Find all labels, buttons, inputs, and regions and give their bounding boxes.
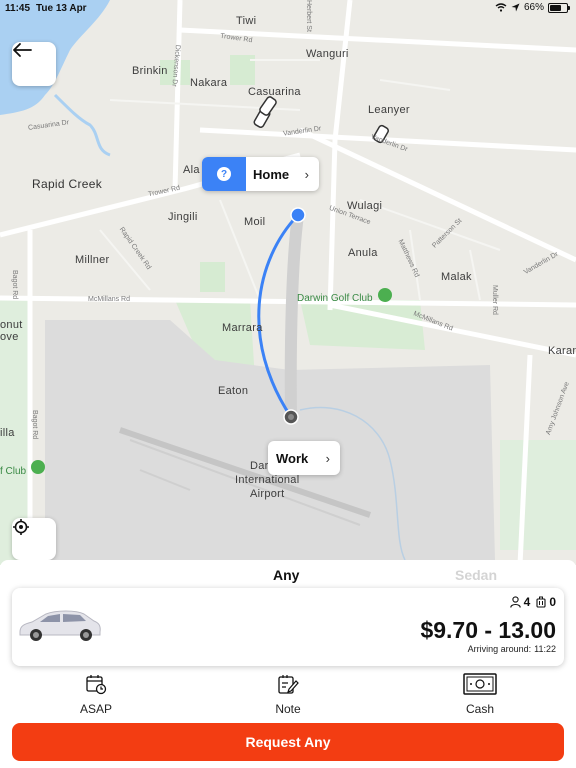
status-time: 11:45 xyxy=(5,3,31,14)
question-icon: ? xyxy=(217,167,231,181)
status-indicators: 66% xyxy=(495,2,570,13)
locate-me-button[interactable] xyxy=(12,518,56,560)
luggage-icon xyxy=(536,596,546,608)
calendar-clock-icon xyxy=(86,675,107,695)
place-airport-3: Airport xyxy=(250,488,285,500)
luggage-count: 0 xyxy=(549,595,556,609)
status-bar: 11:45 Tue 13 Apr 66% xyxy=(0,0,576,18)
car-icon xyxy=(19,610,101,641)
tab-any[interactable]: Any xyxy=(273,567,299,583)
vehicle-card[interactable]: 4 0 $9.70 - 13.00 Arriving around: 11:22 xyxy=(12,588,564,666)
note-option[interactable]: Note xyxy=(248,672,328,716)
place-malak: Malak xyxy=(441,271,472,283)
place-coconut-grove-1: onut xyxy=(0,319,23,331)
note-edit-icon xyxy=(278,675,299,694)
work-callout[interactable]: Work › xyxy=(268,441,340,475)
fare-estimate: $9.70 - 13.00 xyxy=(420,617,556,643)
place-moil: Moil xyxy=(244,216,266,228)
location-target-icon xyxy=(13,519,29,535)
arrow-left-icon xyxy=(13,43,32,57)
asap-option[interactable]: ASAP xyxy=(56,672,136,716)
passenger-count: 4 xyxy=(523,595,531,609)
ride-options-sheet: Any Sedan 4 0 $9.70 - 13.00 Arriving aro… xyxy=(0,560,576,768)
asap-label: ASAP xyxy=(79,702,112,716)
note-label: Note xyxy=(275,702,301,716)
battery-icon xyxy=(548,2,570,13)
cash-option[interactable]: Cash xyxy=(440,672,520,716)
place-marrara: Marrara xyxy=(222,322,263,334)
street-muller: Muller Rd xyxy=(491,285,498,315)
place-karama: Karan xyxy=(548,345,576,357)
chevron-right-icon: › xyxy=(304,166,309,182)
place-alawa: Ala xyxy=(183,164,200,176)
home-callout[interactable]: ? Home › xyxy=(202,157,319,191)
place-millner: Millner xyxy=(75,254,110,266)
status-date: Tue 13 Apr xyxy=(36,3,87,14)
wifi-icon xyxy=(495,3,507,12)
work-label: Work xyxy=(276,450,309,466)
place-anula: Anula xyxy=(348,247,378,259)
map-view[interactable]: Tiwi Wanguri Brinkin Nakara Casuarina Le… xyxy=(0,0,576,565)
request-ride-button[interactable]: Request Any xyxy=(12,723,564,761)
street-mcmillans: McMillans Rd xyxy=(88,296,131,303)
place-jingili: Jingili xyxy=(168,211,198,223)
location-arrow-icon xyxy=(511,3,520,12)
place-leanyer: Leanyer xyxy=(368,104,410,116)
place-rapid-creek: Rapid Creek xyxy=(32,177,102,191)
arrival-time: 11:22 xyxy=(534,644,556,654)
vehicle-capacity: 4 0 xyxy=(509,595,556,609)
place-brinkin: Brinkin xyxy=(132,65,168,77)
place-airport-2: International xyxy=(235,474,300,486)
place-casuarina: Casuarina xyxy=(248,86,301,98)
cash-label: Cash xyxy=(465,702,494,716)
street-bagot-2: Bagot Rd xyxy=(31,410,38,440)
place-nakara: Nakara xyxy=(190,77,228,89)
place-eaton: Eaton xyxy=(218,385,249,397)
place-wulagi: Wulagi xyxy=(347,200,383,212)
street-bagot: Bagot Rd xyxy=(11,270,18,300)
place-ludmilla: illa xyxy=(0,427,15,439)
back-button[interactable] xyxy=(12,42,56,86)
passenger-icon xyxy=(509,596,521,608)
battery-percent: 66% xyxy=(523,2,544,13)
chevron-right-icon: › xyxy=(325,450,330,466)
arrival-info: Arriving around: 11:22 xyxy=(468,644,556,654)
help-badge: ? xyxy=(202,157,246,191)
place-wanguri: Wanguri xyxy=(306,48,349,60)
home-label: Home xyxy=(253,166,290,182)
cash-icon xyxy=(463,673,497,695)
tab-sedan[interactable]: Sedan xyxy=(455,567,497,583)
arrival-label: Arriving around: xyxy=(467,644,532,654)
golf-club-other: f Club xyxy=(0,466,27,477)
place-coconut-grove-2: ove xyxy=(0,331,19,343)
golf-club-darwin: Darwin Golf Club xyxy=(297,293,373,304)
place-airport-1: Dar xyxy=(250,460,269,472)
